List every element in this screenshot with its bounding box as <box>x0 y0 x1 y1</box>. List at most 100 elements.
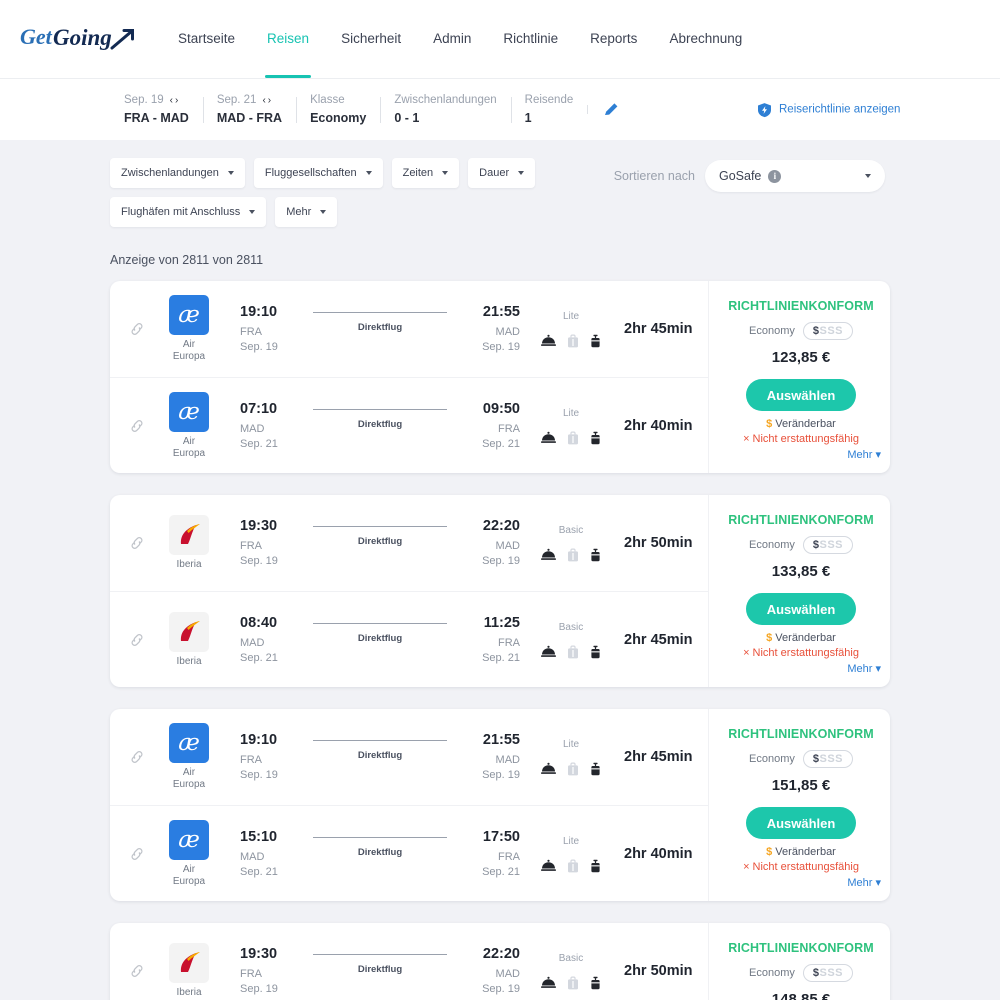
airline-name: Iberia <box>176 559 202 570</box>
filter-mehr[interactable]: Mehr <box>275 197 338 227</box>
arrival-airport: FRA <box>498 636 520 649</box>
total-price: 148,85 € <box>771 991 831 1000</box>
link-icon <box>131 419 143 432</box>
iberia-logo-box <box>169 515 209 555</box>
nav-item-abrechnung[interactable]: Abrechnung <box>653 0 758 78</box>
departure-time: 19:10 <box>240 304 278 320</box>
travelers-segment[interactable]: Reisende 1 <box>510 93 588 127</box>
price-panel: RICHTLINIENKONFORM Economy $SSS 133,85 € Aus… <box>708 495 890 687</box>
departure-airport: MAD <box>240 850 265 863</box>
select-button[interactable]: Auswählen <box>746 807 856 839</box>
svg-text:Get: Get <box>20 24 53 49</box>
departure-time: 07:10 <box>240 400 278 417</box>
chevron-down-icon <box>442 171 449 175</box>
nav-item-reports[interactable]: Reports <box>574 0 653 78</box>
route-bar <box>313 740 447 741</box>
edit-search-button[interactable] <box>587 101 636 118</box>
select-button[interactable]: Auswählen <box>746 593 856 625</box>
carry-on-bag-icon <box>591 762 600 776</box>
chevron-down-icon <box>320 210 327 214</box>
stops-label: Direktflug <box>357 536 403 547</box>
checked-bag-icon <box>568 859 578 872</box>
filter-label: Fluggesellschaften <box>264 167 357 179</box>
flight-leg[interactable]: Iberia 19:30 FRA Sep. 19 Direktflug 22:20 MAD S… <box>110 923 708 1000</box>
route-bar <box>313 622 447 624</box>
flight-leg[interactable]: æ Air Europa 19:10 FRA Sep. 19 Direktflug 21:55… <box>110 709 708 805</box>
airline-name: Air Europa <box>172 435 206 459</box>
fare-brand: Basic <box>558 621 584 633</box>
nav-item-reisen[interactable]: Reisen <box>251 0 325 78</box>
more-details-link[interactable]: Mehr ▾ <box>721 448 881 461</box>
route-bar <box>313 312 447 313</box>
filter-label: Zeiten <box>402 167 434 179</box>
stops-segment[interactable]: Zwischenlandungen 0 - 1 <box>380 93 510 127</box>
inbound-segment[interactable]: Sep. 21 ‹› MAD - FRA <box>202 93 296 127</box>
cabin-row: Economy $SSS <box>721 750 881 768</box>
price-tier-badge: $SSS <box>802 750 853 768</box>
select-button[interactable]: Auswählen <box>746 379 856 411</box>
flight-legs: æ Air Europa 19:10 FRA Sep. 19 Direktflug 21:55… <box>110 709 708 901</box>
iberia-logo-box <box>169 611 209 652</box>
arrival-airport: MAD <box>495 754 520 766</box>
flight-card[interactable]: Iberia 19:30 FRA Sep. 19 Direktflug 22:20 MAD S… <box>110 923 890 1000</box>
nav-item-richtlinie[interactable]: Richtlinie <box>487 0 574 78</box>
cabin-label: Economy <box>749 539 795 551</box>
amenities-block: Lite <box>532 310 610 348</box>
chevron-down-icon <box>227 171 234 175</box>
filter-zeiten[interactable]: Zeiten <box>391 158 460 188</box>
departure-block: 19:30 FRA Sep. 19 <box>240 945 306 997</box>
departure-time: 15:10 <box>240 828 278 845</box>
fare-brand: Lite <box>562 311 580 322</box>
nav-item-sicherheit[interactable]: Sicherheit <box>325 0 417 78</box>
departure-date: Sep. 21 <box>240 437 278 450</box>
sort-dropdown[interactable]: GoSafe i <box>705 160 885 192</box>
fare-brand: Basic <box>558 525 584 536</box>
flight-leg[interactable]: Iberia 19:30 FRA Sep. 19 Direktflug 22:20 MAD S… <box>110 495 708 591</box>
amenity-icons <box>532 548 610 562</box>
total-price: 123,85 € <box>771 349 831 366</box>
air-europa-logo: æ <box>169 723 209 763</box>
departure-date: Sep. 19 <box>240 555 278 567</box>
outbound-route: FRA - MAD <box>124 110 189 125</box>
link-icon <box>131 633 143 646</box>
cabin-class-segment[interactable]: Klasse Economy <box>296 93 380 127</box>
getgoing-logo[interactable]: Get Going <box>20 18 138 60</box>
meal-icon <box>541 548 556 560</box>
filter-dauer[interactable]: Dauer <box>468 158 536 188</box>
airline-name: Air Europa <box>172 767 206 790</box>
flight-card[interactable]: Iberia 19:30 FRA Sep. 19 Direktflug 22:20 MAD S… <box>110 495 890 687</box>
flight-leg[interactable]: æ Air Europa 15:10 MAD Sep. 21 Direktflug 17:50… <box>110 805 708 901</box>
view-travel-policy-link[interactable]: Reiserichtlinie anzeigen <box>757 102 900 117</box>
flight-duration: 2hr 50min <box>624 535 693 551</box>
nav-item-admin[interactable]: Admin <box>417 0 487 78</box>
amenities-block: Lite <box>532 407 610 445</box>
info-icon[interactable]: i <box>768 169 782 183</box>
flight-card[interactable]: æ Air Europa 19:10 FRA Sep. 19 Direktflug 21:55… <box>110 281 890 473</box>
flight-duration: 2hr 45min <box>624 321 693 337</box>
filter-bar: Zwischenlandungen Fluggesellschaften Zei… <box>0 158 620 227</box>
outbound-date-steppers[interactable]: ‹› <box>170 93 181 108</box>
flight-card[interactable]: æ Air Europa 19:10 FRA Sep. 19 Direktflug 21:55… <box>110 709 890 901</box>
iberia-logo <box>180 952 200 972</box>
nav-item-startseite[interactable]: Startseite <box>162 0 251 78</box>
route-line: Direktflug <box>313 303 447 333</box>
amenity-icons <box>532 762 610 776</box>
filter-fluggesellschaften[interactable]: Fluggesellschaften <box>253 158 383 188</box>
arrival-time: 22:20 <box>482 518 520 534</box>
filter-flughaefen-mit-anschluss[interactable]: Flughäfen mit Anschluss <box>110 197 267 227</box>
flight-leg[interactable]: æ Air Europa 19:10 FRA Sep. 19 Direktflug 21:55… <box>110 281 708 377</box>
flight-leg[interactable]: Iberia 08:40 MAD Sep. 21 Direktflug 11:25 FRA S… <box>110 591 708 687</box>
more-details-link[interactable]: Mehr ▾ <box>721 876 881 889</box>
outbound-segment[interactable]: Sep. 19 ‹› FRA - MAD <box>110 93 203 127</box>
more-details-link[interactable]: Mehr ▾ <box>721 662 881 675</box>
chevron-down-icon <box>249 210 256 214</box>
cabin-class-label: Klasse <box>310 93 345 106</box>
flight-leg[interactable]: æ Air Europa 07:10 MAD Sep. 21 Direktflug 09:50… <box>110 377 708 473</box>
stops-value: 0 - 1 <box>394 110 420 125</box>
policy-compliant-badge: RICHTLINIENKONFORM <box>728 299 874 313</box>
link-icon <box>131 751 143 763</box>
route-bar <box>313 954 447 955</box>
inbound-date-steppers[interactable]: ‹› <box>262 93 273 108</box>
filter-zwischenlandungen[interactable]: Zwischenlandungen <box>110 158 245 188</box>
departure-date: Sep. 19 <box>240 341 278 353</box>
